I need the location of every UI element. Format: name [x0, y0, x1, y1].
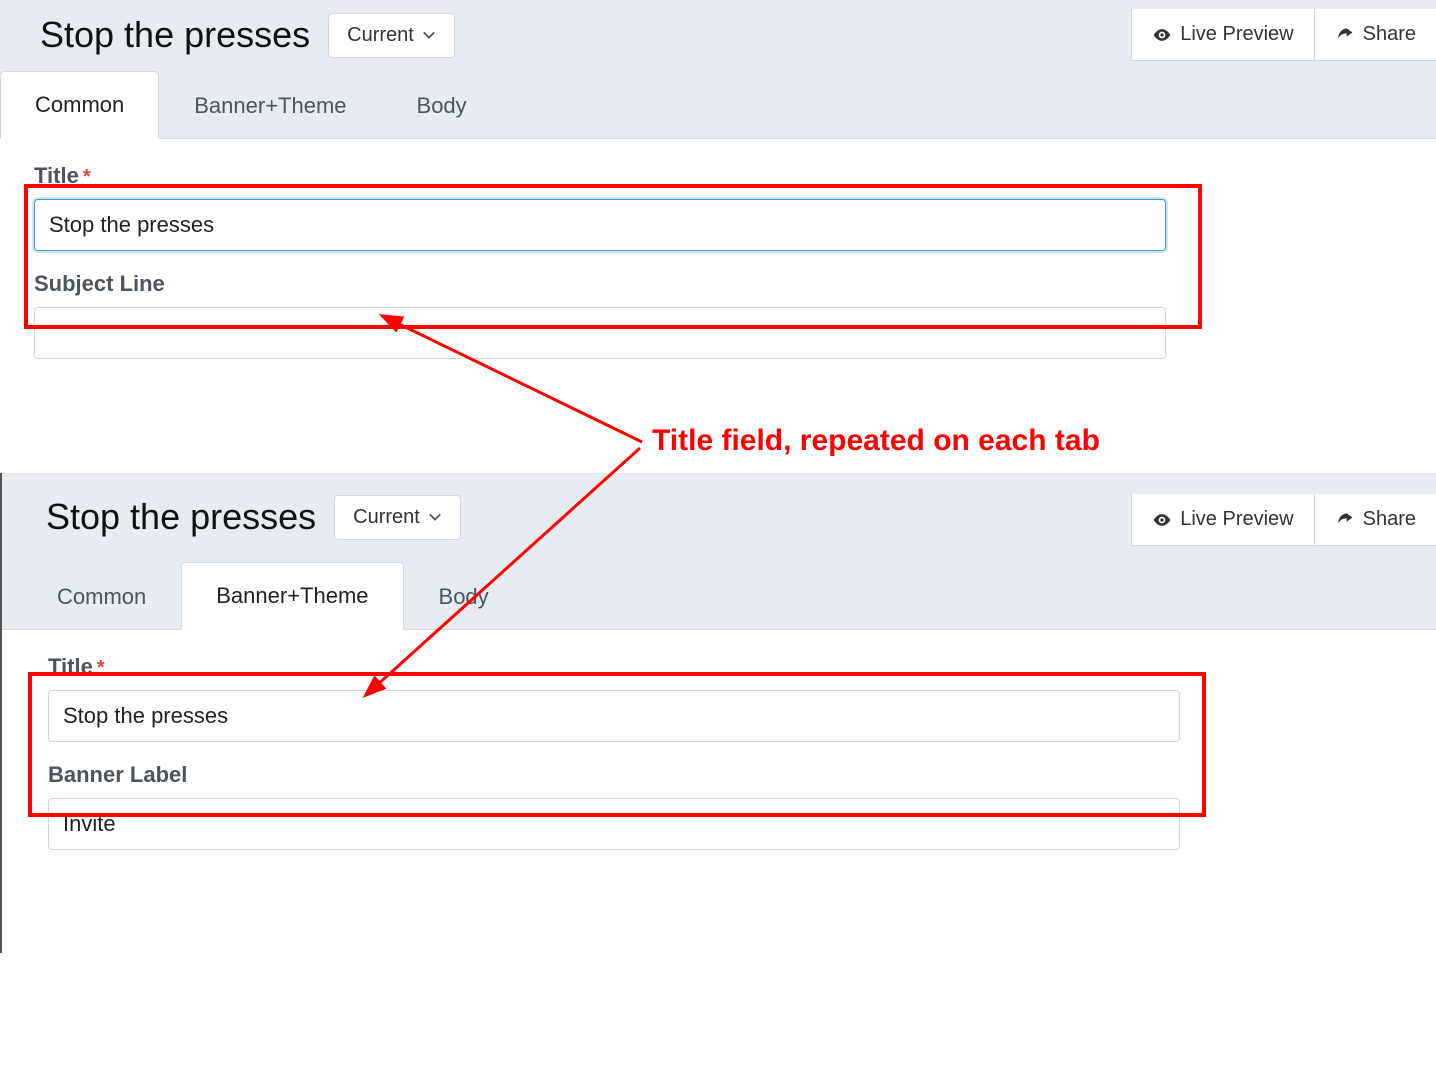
title-input[interactable] — [34, 199, 1166, 251]
panel-banner-theme: Stop the presses Current Live Preview Sh… — [0, 473, 1436, 953]
tab-common[interactable]: Common — [0, 71, 159, 139]
chevron-down-icon — [422, 28, 436, 42]
page-title: Stop the presses — [46, 496, 316, 538]
title-label-text: Title — [34, 163, 79, 188]
tabs: Common Banner+Theme Body — [0, 70, 1436, 139]
title-label: Title* — [48, 654, 1420, 680]
form-banner-theme: Title* Banner Label — [2, 630, 1436, 890]
title-label: Title* — [34, 163, 1420, 189]
subject-line-label: Subject Line — [34, 271, 1420, 297]
tab-body[interactable]: Body — [404, 563, 524, 630]
header-left: Stop the presses Current — [40, 13, 455, 58]
banner-label-label: Banner Label — [48, 762, 1420, 788]
share-button[interactable]: Share — [1314, 494, 1436, 546]
title-group: Title* — [48, 654, 1420, 742]
tab-common[interactable]: Common — [22, 563, 181, 630]
subject-line-input[interactable] — [34, 307, 1166, 359]
version-dropdown-label: Current — [353, 506, 420, 529]
title-label-text: Title — [48, 654, 93, 679]
eye-icon — [1152, 510, 1172, 530]
header-actions: Live Preview Share — [1131, 9, 1436, 61]
header-actions: Live Preview Share — [1131, 494, 1436, 546]
tab-body[interactable]: Body — [382, 72, 502, 139]
title-group: Title* — [34, 163, 1420, 251]
eye-icon — [1152, 25, 1172, 45]
live-preview-label: Live Preview — [1180, 508, 1293, 531]
banner-label-input[interactable] — [48, 798, 1180, 850]
subject-line-group: Subject Line — [34, 271, 1420, 359]
tabs: Common Banner+Theme Body — [2, 561, 1436, 630]
banner-label-group: Banner Label — [48, 762, 1420, 850]
chevron-down-icon — [428, 510, 442, 524]
share-label: Share — [1363, 508, 1416, 531]
required-indicator: * — [97, 657, 105, 679]
editor-header: Stop the presses Current Live Preview Sh… — [0, 0, 1436, 70]
required-indicator: * — [83, 166, 91, 188]
title-input[interactable] — [48, 690, 1180, 742]
version-dropdown[interactable]: Current — [328, 13, 455, 58]
version-dropdown-label: Current — [347, 24, 414, 47]
version-dropdown[interactable]: Current — [334, 495, 461, 540]
page-title: Stop the presses — [40, 14, 310, 56]
panel-common: Stop the presses Current Live Preview Sh… — [0, 0, 1436, 473]
form-common: Title* Subject Line — [0, 139, 1436, 399]
share-icon — [1335, 25, 1355, 45]
live-preview-button[interactable]: Live Preview — [1131, 494, 1313, 546]
share-button[interactable]: Share — [1314, 9, 1436, 61]
share-icon — [1335, 510, 1355, 530]
editor-header: Stop the presses Current Live Preview Sh… — [2, 473, 1436, 561]
annotation-text: Title field, repeated on each tab — [652, 424, 1100, 458]
tab-banner-theme[interactable]: Banner+Theme — [181, 562, 403, 630]
live-preview-button[interactable]: Live Preview — [1131, 9, 1313, 61]
live-preview-label: Live Preview — [1180, 23, 1293, 46]
share-label: Share — [1363, 23, 1416, 46]
tab-banner-theme[interactable]: Banner+Theme — [159, 72, 381, 139]
header-left: Stop the presses Current — [46, 495, 461, 540]
